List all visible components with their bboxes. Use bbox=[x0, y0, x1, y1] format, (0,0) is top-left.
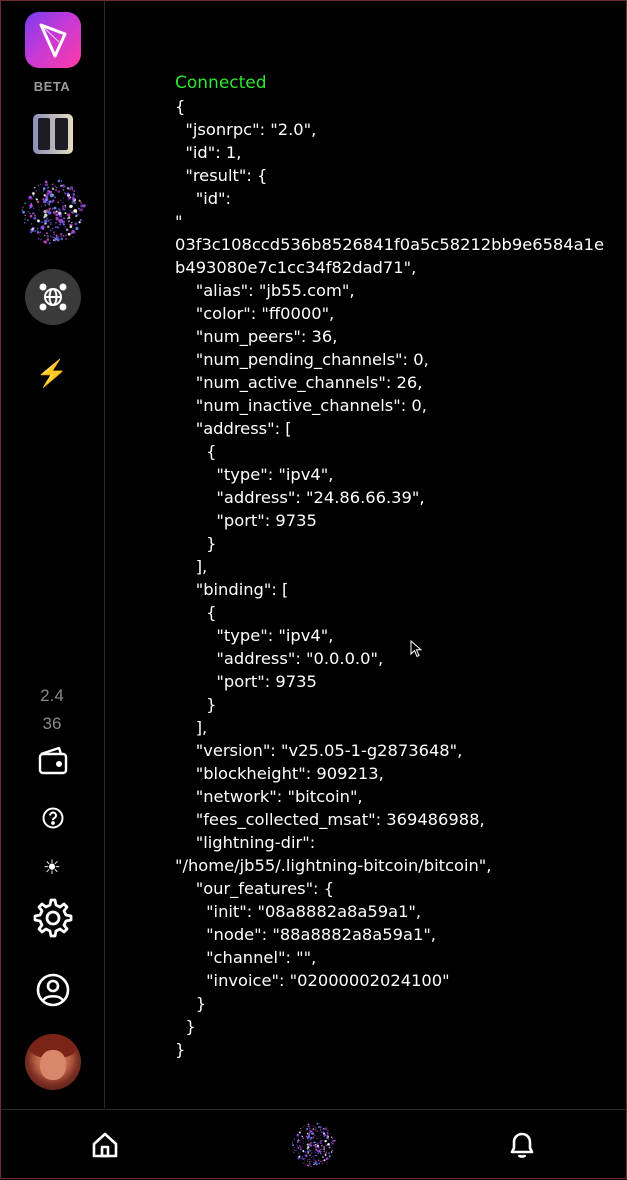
json-output: { "jsonrpc": "2.0", "id": 1, "result": {… bbox=[175, 97, 604, 1059]
stat-value-2: 36 bbox=[42, 714, 62, 733]
app-logo-icon[interactable] bbox=[25, 12, 81, 68]
wallet-icon[interactable] bbox=[37, 744, 69, 776]
main-content: Connected { "jsonrpc": "2.0", "id": 1, "… bbox=[175, 72, 605, 1061]
lightning-icon[interactable]: ⚡ bbox=[0, 358, 104, 389]
avatar[interactable] bbox=[25, 1034, 81, 1090]
noise-blob-icon[interactable] bbox=[19, 177, 89, 247]
columns-icon[interactable] bbox=[31, 112, 75, 156]
network-icon[interactable] bbox=[25, 269, 81, 325]
stat-value-1: 2.4 bbox=[40, 686, 64, 705]
gear-icon[interactable] bbox=[31, 896, 75, 940]
sidebar: BETA ⚡ 2.4 36 ☀ bbox=[0, 0, 105, 1108]
noise-blob-icon[interactable] bbox=[290, 1121, 338, 1169]
avatar-face bbox=[40, 1050, 66, 1080]
sun-icon[interactable]: ☀ bbox=[0, 855, 104, 880]
beta-label: BETA bbox=[33, 79, 71, 94]
home-icon[interactable] bbox=[91, 1131, 119, 1159]
mouse-cursor-icon bbox=[410, 640, 422, 658]
connection-status: Connected bbox=[175, 73, 267, 93]
user-circle-icon[interactable] bbox=[35, 972, 71, 1008]
help-icon[interactable] bbox=[41, 806, 65, 830]
bell-icon[interactable] bbox=[509, 1131, 535, 1159]
